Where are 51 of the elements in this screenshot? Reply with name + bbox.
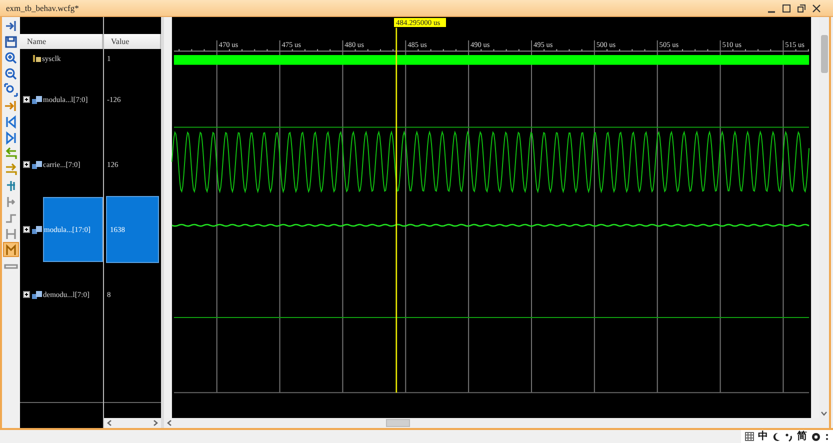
arrow-icon: [4, 194, 18, 208]
expand-icon[interactable]: [23, 161, 30, 168]
column-header[interactable]: Value: [104, 34, 161, 49]
toolbar-button[interactable]: [3, 66, 19, 81]
arrow-icon: [4, 178, 18, 192]
bus-icon: [32, 96, 42, 104]
toolbar-button[interactable]: [3, 82, 19, 97]
expand-icon[interactable]: [23, 291, 30, 298]
close-icon[interactable]: [812, 4, 821, 12]
grid-icon[interactable]: [745, 432, 754, 441]
zoom-out-icon: [4, 66, 18, 80]
arrow-bar-icon: [4, 18, 18, 32]
bus-icon: [32, 226, 42, 234]
toolbar-button[interactable]: [3, 18, 19, 33]
column-header[interactable]: Name: [20, 34, 103, 49]
scrollbar-thumb[interactable]: [820, 35, 828, 73]
zoom-fit-icon: [4, 82, 18, 96]
expand-icon[interactable]: [23, 96, 30, 103]
moon-icon[interactable]: [772, 432, 781, 442]
marker-icon: [4, 242, 18, 256]
toolbar-button[interactable]: [3, 242, 19, 257]
punctuation-icon[interactable]: [785, 432, 793, 442]
bus-icon: [32, 290, 42, 298]
toolbar-button[interactable]: [3, 130, 19, 145]
menu-icon[interactable]: [825, 432, 829, 442]
gear-icon[interactable]: [811, 432, 821, 442]
expand-icon[interactable]: [23, 226, 30, 233]
ime-mode[interactable]: 中: [758, 430, 768, 442]
arrow-bar-icon: [4, 98, 18, 112]
arrow-icon: [4, 162, 18, 176]
bus-icon: [32, 160, 42, 168]
toolbar-button[interactable]: [3, 34, 19, 49]
toolbar-button[interactable]: [3, 50, 19, 65]
save-icon: [4, 34, 18, 48]
toolbar-button[interactable]: [3, 114, 19, 129]
bracket-icon: [4, 226, 18, 240]
scroll-left-icon[interactable]: [167, 420, 172, 426]
scroll-left-icon[interactable]: [107, 420, 112, 426]
bit-icon: [33, 54, 41, 62]
skip-forward-icon: [4, 130, 18, 144]
skip-back-icon: [4, 114, 18, 128]
scroll-right-icon[interactable]: [153, 420, 158, 426]
window-title: exm_tb_behav.wcfg*: [6, 3, 80, 13]
arrow-icon: [4, 146, 18, 160]
maximize-icon[interactable]: [782, 4, 791, 12]
ime-script[interactable]: 简: [797, 430, 807, 442]
scroll-down-icon[interactable]: [821, 411, 827, 416]
restore-icon[interactable]: [797, 4, 806, 12]
cursor-line[interactable]: [396, 28, 398, 393]
scrollbar-thumb[interactable]: [386, 419, 410, 427]
zoom-in-icon: [4, 50, 18, 64]
